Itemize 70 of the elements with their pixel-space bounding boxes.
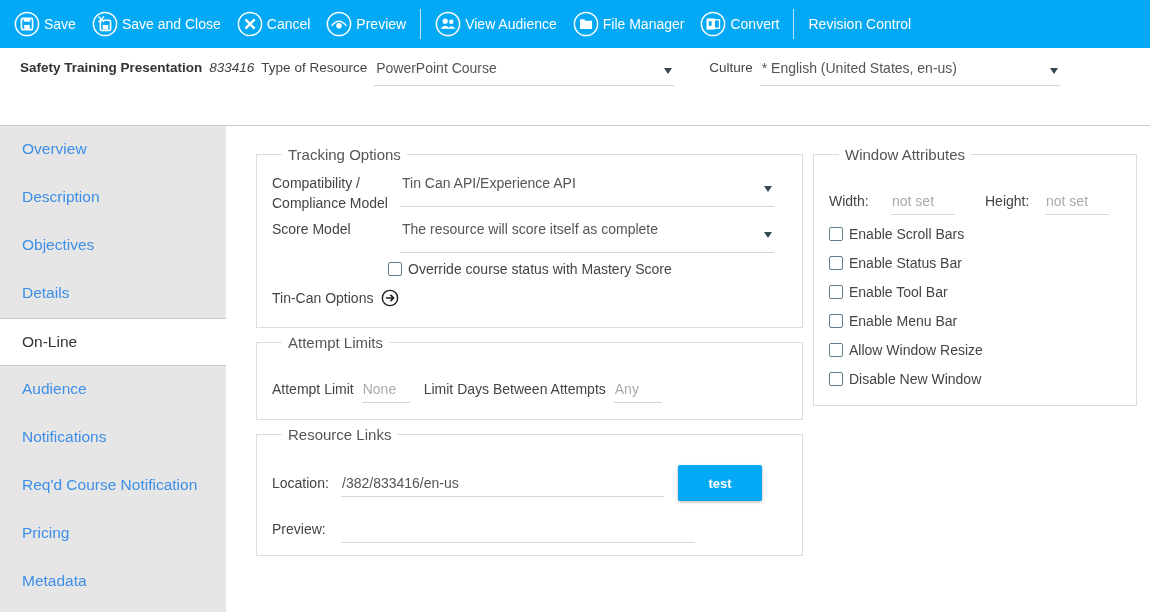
arrow-right-circle-icon[interactable] [381, 289, 400, 307]
field-label: Compatibility / Compliance Model [272, 174, 389, 213]
field-label: Attempt Limit [272, 381, 354, 397]
panel-title: Resource Links [287, 426, 393, 443]
checkbox[interactable] [829, 255, 843, 270]
course-id: 833416 [209, 59, 255, 77]
height-field[interactable]: not set [1045, 187, 1109, 215]
field-label: Height: [985, 193, 1031, 209]
culture-dropdown[interactable]: * English (United States, en-us) [759, 56, 1060, 86]
resource-type-dropdown[interactable]: PowerPoint Course [374, 56, 675, 86]
eye-icon [326, 11, 353, 37]
toolbar-button[interactable]: View Audience [427, 4, 565, 44]
checkbox[interactable] [829, 313, 843, 328]
sidebar-item[interactable]: Objectives [0, 222, 226, 270]
folder-icon [572, 11, 599, 37]
sidebar-item[interactable]: Audience [0, 366, 226, 414]
panel-title: Tracking Options [287, 146, 402, 163]
panel-title: Window Attributes [844, 146, 967, 163]
toolbar-button[interactable]: Save and Close [83, 4, 229, 44]
toolbar-button[interactable]: File Manager [564, 4, 693, 44]
toolbar-button[interactable]: Convert [692, 4, 788, 44]
field-label: Location: [272, 475, 330, 491]
checkbox[interactable] [388, 262, 402, 276]
checkbox-label: Disable New Window [849, 370, 982, 387]
checkbox-label: Enable Scroll Bars [849, 225, 965, 242]
document-icon [700, 11, 727, 37]
sidebar-item[interactable]: Req'd Course Notification [0, 462, 226, 510]
toolbar-button[interactable]: Revision Control [800, 4, 920, 44]
days-between-field[interactable]: Any [613, 375, 662, 403]
caret-icon [664, 67, 673, 74]
sidebar-item[interactable]: Pricing [0, 510, 226, 558]
sidebar-item[interactable]: Overview [0, 126, 226, 174]
caret-icon [764, 185, 772, 192]
floppy-disk-cross-icon [91, 11, 118, 37]
field-label: Preview: [272, 521, 327, 537]
field-label: Culture [709, 59, 753, 77]
checkbox-label: Override course status with Mastery Score [408, 261, 672, 277]
sidebar-item[interactable]: On-Line [0, 318, 226, 366]
panel-title: Attempt Limits [287, 334, 385, 351]
sidebar-item[interactable]: Metadata [0, 558, 226, 606]
checkbox[interactable] [829, 371, 843, 386]
checkbox[interactable] [829, 284, 843, 299]
field-label: Score Model [272, 220, 352, 239]
checkbox-label: Enable Status Bar [849, 254, 962, 271]
checkbox-label: Enable Tool Bar [849, 283, 948, 300]
course-title: Safety Training Presentation [20, 59, 203, 77]
score-model-dropdown[interactable]: The resource will score itself as complete [400, 217, 774, 253]
field-label: Width: [829, 193, 870, 209]
sidebar-item[interactable]: Notifications [0, 414, 226, 462]
toolbar-button[interactable]: Preview [318, 4, 415, 44]
close-icon [236, 11, 263, 37]
people-icon [435, 11, 462, 37]
compliance-model-dropdown[interactable]: Tin Can API/Experience API [400, 171, 774, 207]
sidebar-item[interactable]: Description [0, 174, 226, 222]
width-field[interactable]: not set [891, 187, 955, 215]
floppy-disk-icon [14, 11, 40, 37]
test-button[interactable]: test [678, 465, 762, 501]
checkbox[interactable] [829, 226, 843, 241]
field-label: Limit Days Between Attempts [423, 381, 606, 397]
toolbar-button[interactable]: Cancel [228, 4, 319, 44]
checkbox-label: Enable Menu Bar [849, 312, 958, 329]
caret-icon [764, 231, 772, 238]
caret-icon [1049, 67, 1058, 74]
location-field[interactable]: /382/833416/en-us [341, 469, 664, 497]
field-label: Type of Resource [261, 59, 368, 77]
checkbox[interactable] [829, 342, 843, 357]
tin-can-options-label: Tin-Can Options [272, 290, 374, 306]
attempt-limit-field[interactable]: None [361, 375, 410, 403]
checkbox-label: Allow Window Resize [849, 341, 983, 358]
toolbar-button[interactable]: Save [6, 4, 84, 44]
